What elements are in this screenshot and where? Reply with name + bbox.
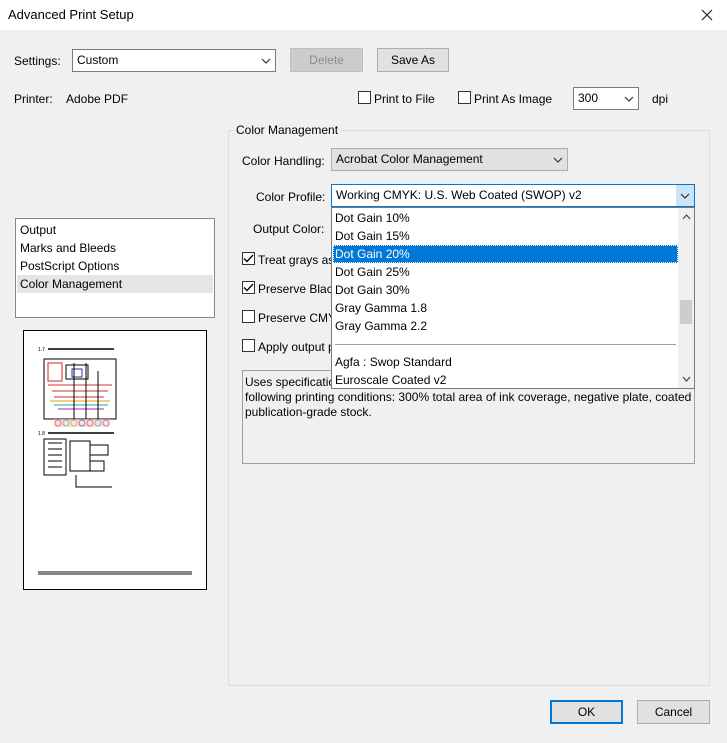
description-start: Uses specification bbox=[245, 375, 342, 389]
dropdown-scrollbar[interactable] bbox=[678, 208, 694, 388]
apply-output-label: Apply output pr bbox=[258, 340, 339, 354]
preserve-black-label: Preserve Black bbox=[258, 282, 339, 296]
settings-select-value: Custom bbox=[77, 53, 119, 67]
color-handling-value: Acrobat Color Management bbox=[336, 152, 483, 166]
chevron-down-icon bbox=[549, 149, 567, 170]
dropdown-option[interactable]: Dot Gain 15% bbox=[333, 227, 678, 245]
dropdown-separator bbox=[335, 344, 676, 345]
checkmark-icon bbox=[243, 283, 254, 292]
apply-output-checkbox[interactable] bbox=[242, 339, 255, 352]
title-bar: Advanced Print Setup bbox=[0, 0, 727, 30]
output-color-label: Output Color: bbox=[253, 222, 325, 236]
ok-button[interactable]: OK bbox=[550, 700, 623, 724]
color-profile-label: Color Profile: bbox=[256, 190, 326, 204]
print-as-image-label: Print As Image bbox=[474, 92, 553, 106]
scrollbar-thumb[interactable] bbox=[680, 300, 692, 324]
category-list: Output Marks and Bleeds PostScript Optio… bbox=[15, 218, 215, 318]
chevron-up-icon[interactable] bbox=[678, 210, 694, 224]
save-as-button[interactable]: Save As bbox=[377, 48, 449, 72]
color-handling-label: Color Handling: bbox=[242, 154, 325, 168]
chevron-down-icon bbox=[676, 185, 694, 206]
sidebar-item-marks-and-bleeds[interactable]: Marks and Bleeds bbox=[20, 239, 116, 257]
treat-grays-checkbox[interactable] bbox=[242, 252, 255, 265]
preserve-cmyk-checkbox[interactable] bbox=[242, 310, 255, 323]
dropdown-option-highlighted[interactable]: Dot Gain 20% bbox=[333, 245, 678, 263]
printer-name: Adobe PDF bbox=[66, 92, 129, 106]
sidebar-item-color-management[interactable]: Color Management bbox=[17, 275, 213, 293]
dropdown-option[interactable]: Agfa : Swop Standard bbox=[333, 353, 678, 371]
chevron-down-icon bbox=[257, 50, 275, 71]
dpi-unit-label: dpi bbox=[652, 92, 669, 106]
color-profile-select[interactable]: Working CMYK: U.S. Web Coated (SWOP) v2 bbox=[331, 184, 695, 207]
cancel-button[interactable]: Cancel bbox=[637, 700, 710, 724]
preserve-black-checkbox[interactable] bbox=[242, 281, 255, 294]
print-as-image-checkbox[interactable] bbox=[458, 91, 471, 104]
dropdown-option[interactable]: Dot Gain 30% bbox=[333, 281, 678, 299]
dropdown-option[interactable]: Dot Gain 10% bbox=[333, 209, 678, 227]
description-rest: following printing conditions: 300% tota… bbox=[245, 390, 692, 419]
color-profile-dropdown: Dot Gain 10% Dot Gain 15% Dot Gain 20% D… bbox=[331, 207, 695, 389]
svg-text:1.7: 1.7 bbox=[38, 347, 45, 353]
print-to-file-label: Print to File bbox=[374, 92, 435, 106]
window-title: Advanced Print Setup bbox=[8, 7, 134, 22]
dpi-select-value: 300 bbox=[578, 91, 599, 105]
treat-grays-label: Treat grays as bbox=[258, 253, 335, 267]
sidebar-item-output[interactable]: Output bbox=[20, 221, 56, 239]
printer-label: Printer: bbox=[14, 92, 53, 106]
checkmark-icon bbox=[243, 254, 254, 263]
dropdown-option[interactable]: Gray Gamma 2.2 bbox=[333, 317, 678, 335]
svg-text:1.8: 1.8 bbox=[38, 431, 45, 437]
preview-thumbnail: 1.7 1.8 bbox=[38, 347, 192, 575]
chevron-down-icon bbox=[620, 88, 638, 109]
sidebar-item-postscript-options[interactable]: PostScript Options bbox=[20, 257, 119, 275]
print-preview: 1.7 1.8 bbox=[23, 330, 207, 590]
color-profile-value: Working CMYK: U.S. Web Coated (SWOP) v2 bbox=[336, 188, 582, 202]
close-icon[interactable] bbox=[687, 0, 727, 30]
dropdown-option[interactable]: Gray Gamma 1.8 bbox=[333, 299, 678, 317]
print-to-file-checkbox[interactable] bbox=[358, 91, 371, 104]
chevron-down-icon[interactable] bbox=[678, 372, 694, 386]
dropdown-option[interactable]: Dot Gain 25% bbox=[333, 263, 678, 281]
color-handling-select[interactable]: Acrobat Color Management bbox=[331, 148, 568, 171]
dropdown-option[interactable]: Euroscale Coated v2 bbox=[333, 371, 678, 389]
delete-button[interactable]: Delete bbox=[290, 48, 363, 72]
settings-select[interactable]: Custom bbox=[72, 49, 276, 72]
color-management-group-title: Color Management bbox=[234, 123, 341, 137]
dpi-select[interactable]: 300 bbox=[573, 87, 639, 110]
settings-label: Settings: bbox=[14, 54, 61, 68]
